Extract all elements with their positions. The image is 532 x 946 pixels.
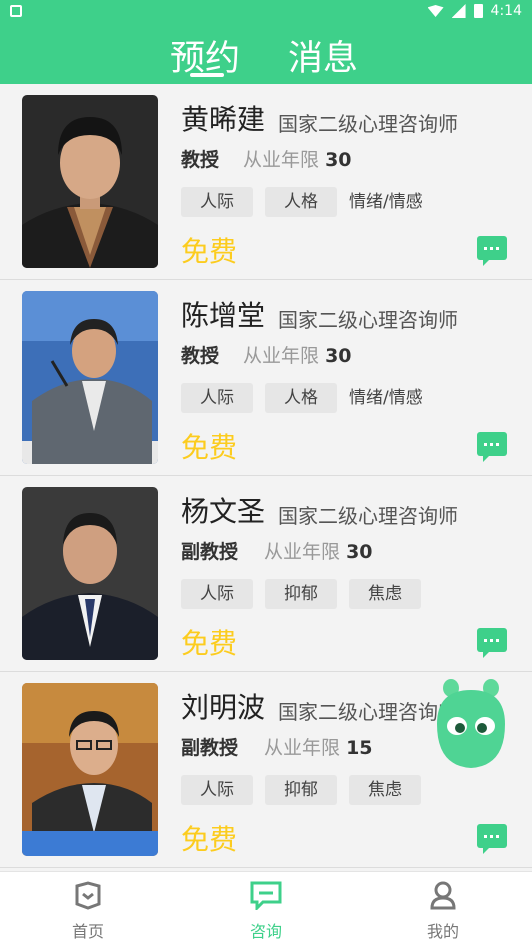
profile-icon	[430, 881, 456, 910]
counselor-rank: 教授	[181, 149, 220, 171]
counselor-title: 国家二级心理咨询师	[278, 700, 458, 724]
home-icon	[75, 881, 101, 910]
counselor-photo	[22, 487, 158, 660]
experience-label: 从业年限	[243, 149, 320, 171]
counselor-rank: 教授	[181, 345, 220, 367]
tag: 人际	[181, 383, 253, 413]
nav-mine-label: 我的	[426, 922, 459, 941]
experience-years: 30	[325, 149, 352, 171]
price: 免费	[181, 627, 238, 660]
active-tab-indicator	[190, 73, 224, 77]
experience-label: 从业年限	[243, 345, 320, 367]
counselor-name: 刘明波	[181, 691, 266, 724]
tag: 抑郁	[265, 775, 337, 805]
price: 免费	[181, 235, 238, 268]
nav-home[interactable]: 首页	[38, 880, 138, 942]
tag: 人格	[265, 383, 337, 413]
counselor-name: 黄晞建	[181, 103, 266, 136]
tag: 焦虑	[349, 579, 421, 609]
counselor-rank: 副教授	[181, 737, 239, 759]
experience: 从业年限 30	[243, 145, 352, 172]
tag: 人际	[181, 775, 253, 805]
tag: 情绪/情感	[349, 388, 423, 408]
chat-icon[interactable]	[477, 432, 507, 462]
price: 免费	[181, 823, 238, 856]
chat-icon	[250, 881, 282, 912]
tag: 人际	[181, 579, 253, 609]
experience-label: 从业年限	[264, 737, 341, 759]
experience-years: 15	[346, 737, 373, 759]
price: 免费	[181, 431, 238, 464]
bottom-navigation: 首页 咨询 我的	[0, 871, 532, 946]
experience-years: 30	[325, 345, 352, 367]
signal-icon	[451, 4, 466, 18]
counselor-card[interactable]: 陈增堂 国家二级心理咨询师 教授 从业年限 30 人际 人格 情绪/情感 免费	[0, 280, 532, 476]
counselor-card[interactable]: 黄晞建 国家二级心理咨询师 教授 从业年限 30 人际 人格 情绪/情感 免费	[0, 84, 532, 280]
experience-label: 从业年限	[264, 541, 341, 563]
experience-years: 30	[346, 541, 373, 563]
tag: 人际	[181, 187, 253, 217]
nav-consult[interactable]: 咨询	[216, 880, 316, 942]
mascot-float-button[interactable]	[433, 676, 509, 770]
chat-icon[interactable]	[477, 236, 507, 266]
status-time: 4:14	[490, 3, 522, 19]
battery-icon	[473, 4, 483, 18]
counselor-rank: 副教授	[181, 541, 239, 563]
counselor-name: 陈增堂	[181, 299, 266, 332]
notification-icon	[10, 5, 22, 17]
counselor-card[interactable]: 杨文圣 国家二级心理咨询师 副教授 从业年限 30 人际 抑郁 焦虑 免费	[0, 476, 532, 672]
tag: 抑郁	[265, 579, 337, 609]
chat-icon[interactable]	[477, 824, 507, 854]
tag: 情绪/情感	[349, 192, 423, 212]
experience: 从业年限 15	[264, 733, 373, 760]
counselor-photo	[22, 95, 158, 268]
status-icons: 4:14	[427, 3, 522, 19]
chat-icon[interactable]	[477, 628, 507, 658]
counselor-title: 国家二级心理咨询师	[278, 308, 458, 332]
counselor-title: 国家二级心理咨询师	[278, 112, 458, 136]
counselor-title: 国家二级心理咨询师	[278, 504, 458, 528]
tag: 焦虑	[349, 775, 421, 805]
tag: 人格	[265, 187, 337, 217]
nav-home-label: 首页	[71, 922, 104, 941]
counselor-name: 杨文圣	[181, 495, 266, 528]
counselor-photo	[22, 291, 158, 464]
top-tab-bar: 预约 消息	[0, 24, 532, 84]
experience: 从业年限 30	[243, 341, 352, 368]
counselor-photo	[22, 683, 158, 856]
nav-mine[interactable]: 我的	[393, 880, 493, 942]
wifi-icon	[427, 5, 444, 17]
status-bar: 4:14	[0, 0, 532, 24]
experience: 从业年限 30	[264, 537, 373, 564]
tab-messages[interactable]: 消息	[288, 30, 358, 81]
nav-consult-label: 咨询	[249, 922, 282, 941]
